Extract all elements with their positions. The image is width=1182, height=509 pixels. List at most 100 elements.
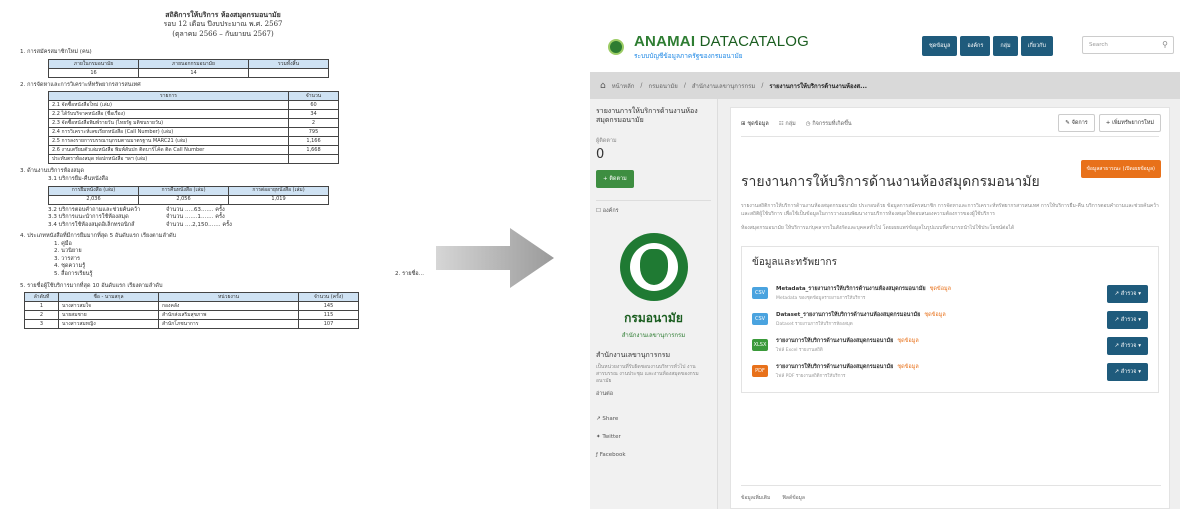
table-cell: สำนักส่งเสริมสุขภาพ: [158, 310, 299, 321]
table-cell: 14: [138, 67, 249, 78]
brand-suffix: DATACATALOG: [695, 33, 810, 50]
list-item: 5. สื่อการเรียนรู้: [54, 270, 93, 277]
service-line: 3.2 บริการตอบคำถามและช่วยค้นคว้า จำนวน ..…: [48, 207, 428, 215]
table-cell: 2: [24, 310, 59, 321]
section-2-heading: 2. การจัดหาและการวิเคราะห์ทรัพยากรสารสนเ…: [20, 81, 141, 88]
explore-label: สำรวจ: [1120, 343, 1137, 350]
resource-name[interactable]: Dataset_รายงานการให้บริการด้านงานห้องสมุ…: [776, 311, 946, 319]
brand-title: ANAMAI DATACATALOG: [634, 33, 809, 50]
explore-button[interactable]: ↗ สำรวจ ▾: [1107, 363, 1148, 382]
explore-button[interactable]: ↗ สำรวจ ▾: [1107, 337, 1148, 356]
service-qty: จำนวน .......1....... ครั้ง: [166, 214, 225, 221]
section-3-sub: 3.1 บริการยืม-คืนหนังสือ: [48, 176, 109, 183]
table-cell: 2.1 จัดซื้อหนังสือใหม่ (เล่ม): [48, 100, 289, 111]
org-name: กรมอนามัย: [624, 311, 683, 326]
main-content: ⊞ ชุดข้อมูล ☷ กลุ่ม ◷ กิจกรรมที่เกิดขึ้น…: [718, 99, 1180, 509]
breadcrumb-item[interactable]: กรมอนามัย: [648, 81, 677, 91]
resource-name[interactable]: รายงานการให้บริการด้านงานห้องสมุดกรมอนาม…: [776, 337, 919, 345]
table-row: 2.5 การลงรายการบรรณานุกรมตามมาตรฐาน MARC…: [48, 136, 339, 147]
home-icon[interactable]: ⌂: [600, 81, 606, 91]
table-header: จำนวน (ครั้ง): [298, 292, 359, 303]
table-cell: สำนักโภชนาการ: [158, 319, 299, 330]
table-header: ภายในกรมอนามัย: [48, 58, 139, 69]
resources-section: ข้อมูลและทรัพยากร CSV Metadata_รายงานการ…: [741, 246, 1159, 394]
explore-label: สำรวจ: [1120, 317, 1137, 324]
resource-item[interactable]: PDF รายงานการให้บริการด้านงานห้องสมุดกรม…: [752, 358, 1148, 384]
section-1: 1. การสมัครสมาชิกใหม่ (คน) ภายในกรมอนามั…: [18, 49, 428, 78]
table-header: การต่ออายุหนังสือ (เล่ม): [228, 185, 329, 196]
resource-name-text: รายงานการให้บริการด้านงานห้องสมุดกรมอนาม…: [776, 364, 894, 371]
csv-format-icon: CSV: [752, 313, 768, 326]
tab-activity[interactable]: ◷ กิจกรรมที่เกิดขึ้น: [806, 120, 852, 128]
section-2: 2. การจัดหาและการวิเคราะห์ทรัพยากรสารสนเ…: [18, 82, 428, 165]
tab-groups[interactable]: ☷ กลุ่ม: [779, 120, 796, 128]
manage-button[interactable]: ✎ จัดการ: [1058, 114, 1095, 132]
org-section-heading: ☐ องค์กร: [596, 200, 711, 215]
table-cell: 2.4 การวิเคราะห์เลขเรียกหนังสือ (Call Nu…: [48, 127, 289, 138]
resource-item[interactable]: XLSX รายงานการให้บริการด้านงานห้องสมุดกร…: [752, 332, 1148, 358]
share-link[interactable]: ↗ Share: [596, 410, 711, 428]
section-5: 5. รายชื่อผู้ใช้บริการมากที่สุด 10 อันดั…: [18, 283, 428, 330]
read-more-link[interactable]: อ่านต่อ: [596, 390, 711, 398]
section-1-heading: 1. การสมัครสมาชิกใหม่ (คน): [20, 49, 92, 56]
table-header: ลำดับที่: [24, 292, 59, 303]
resource-tag: ชุดข้อมูล: [924, 312, 946, 319]
table-cell: 2,056: [138, 194, 229, 205]
table-cell: 145: [298, 301, 359, 312]
document-title: สถิติการให้บริการ ห้องสมุดกรมอนามัย รอบ …: [18, 10, 428, 39]
followers-count: 0: [596, 147, 605, 163]
resource-tag: ชุดข้อมูล: [897, 338, 919, 345]
twitter-link[interactable]: ✦ Twitter: [596, 428, 711, 446]
resource-description: Dataset รายงานการให้บริการห้องสมุด: [776, 322, 853, 328]
explore-button[interactable]: ↗ สำรวจ ▾: [1107, 285, 1148, 304]
resource-description: ไฟล์ Excel รายงานสถิติ: [776, 348, 823, 354]
resource-item[interactable]: CSV Metadata_รายงานการให้บริการด้านงานห้…: [752, 280, 1148, 306]
top-users-table: ลำดับที่ ชื่อ - นามสกุล หน่วยงาน จำนวน (…: [24, 292, 359, 330]
resource-name[interactable]: Metadata_รายงานการให้บริการด้านงานห้องสม…: [776, 285, 951, 293]
tab-label: กลุ่ม: [785, 121, 796, 127]
table-cell: 2.5 การลงรายการบรรณานุกรมตามมาตรฐาน MARC…: [48, 136, 289, 147]
table-cell: ประทับตราห้องสมุด ห่อปกหนังสือ ฯลฯ (เล่ม…: [48, 154, 289, 165]
search-input[interactable]: Search ⚲: [1082, 36, 1174, 54]
list-item: 3. วารสาร: [54, 255, 80, 262]
facebook-link[interactable]: ƒ Facebook: [596, 446, 711, 464]
breadcrumb-item[interactable]: หน้าหลัก: [612, 81, 635, 91]
section-3-heading: 3. ด้านงานบริการห้องสมุด: [20, 168, 85, 175]
resource-text: Metadata_รายงานการให้บริการด้านงานห้องสม…: [776, 285, 951, 301]
organization-logo[interactable]: [619, 233, 688, 302]
main-nav: ชุดข้อมูล องค์กร กลุ่ม เกี่ยวกับ: [922, 36, 1053, 56]
follow-button[interactable]: + ติดตาม: [596, 170, 634, 189]
datacatalog-website: ANAMAI DATACATALOG ระบบบัญชีข้อมูลภาครัฐ…: [590, 22, 1180, 509]
breadcrumb-separator: /: [761, 82, 764, 89]
breadcrumb: ⌂ หน้าหลัก / กรมอนามัย / สำนักงานเลขานุก…: [590, 72, 1180, 99]
resource-item[interactable]: CSV Dataset_รายงานการให้บริการด้านงานห้อ…: [752, 306, 1148, 332]
search-icon[interactable]: ⚲: [1162, 40, 1168, 49]
brand[interactable]: ANAMAI DATACATALOG ระบบบัญชีข้อมูลภาครัฐ…: [634, 33, 809, 61]
table-header: รายการ: [48, 91, 289, 102]
breadcrumb-item[interactable]: สำนักงานเลขานุการกรม: [692, 81, 756, 91]
table-row: 1 นางสาวสมใจ กองคลัง 145: [24, 301, 359, 312]
table-header: ชื่อ - นามสกุล: [58, 292, 159, 303]
table-header: การยืมหนังสือ (เล่ม): [48, 185, 139, 196]
explore-button[interactable]: ↗ สำรวจ ▾: [1107, 311, 1148, 330]
section-4-heading: 4. ประเภทหนังสือที่มีการยืมมากที่สุด 5 อ…: [20, 233, 177, 240]
resource-name-text: Dataset_รายงานการให้บริการด้านงานห้องสมุ…: [776, 312, 921, 319]
site-logo-icon[interactable]: [608, 39, 624, 55]
tab-fields[interactable]: ฟิลด์ข้อมูล: [782, 494, 805, 502]
resource-text: รายงานการให้บริการด้านงานห้องสมุดกรมอนาม…: [776, 363, 919, 379]
service-label: 3.4 บริการใช้ห้องสมุดอิเล็กทรอนิกส์: [48, 221, 135, 228]
service-label: 3.2 บริการตอบคำถามและช่วยค้นคว้า: [48, 206, 141, 213]
add-resource-button[interactable]: + เพิ่มทรัพยากรใหม่: [1098, 114, 1161, 132]
tab-dataset[interactable]: ⊞ ชุดข้อมูล: [741, 120, 769, 128]
breadcrumb-current[interactable]: รายงานการให้บริการด้านงานห้องส...: [769, 81, 867, 91]
service-qty: จำนวน ....2,150....... ครั้ง: [166, 221, 232, 228]
nav-datasets[interactable]: ชุดข้อมูล: [922, 36, 958, 56]
resource-name[interactable]: รายงานการให้บริการด้านงานห้องสมุดกรมอนาม…: [776, 363, 919, 371]
nav-about[interactable]: เกี่ยวกับ: [1020, 36, 1053, 56]
resource-name-text: Metadata_รายงานการให้บริการด้านงานห้องสม…: [776, 286, 926, 293]
nav-organizations[interactable]: องค์กร: [960, 36, 991, 56]
header: ANAMAI DATACATALOG ระบบบัญชีข้อมูลภาครัฐ…: [590, 22, 1180, 72]
tab-additional-info[interactable]: ข้อมูลเพิ่มเติม: [741, 494, 770, 502]
nav-groups[interactable]: กลุ่ม: [993, 36, 1018, 56]
title-line-1: สถิติการให้บริการ ห้องสมุดกรมอนามัย: [165, 10, 281, 19]
